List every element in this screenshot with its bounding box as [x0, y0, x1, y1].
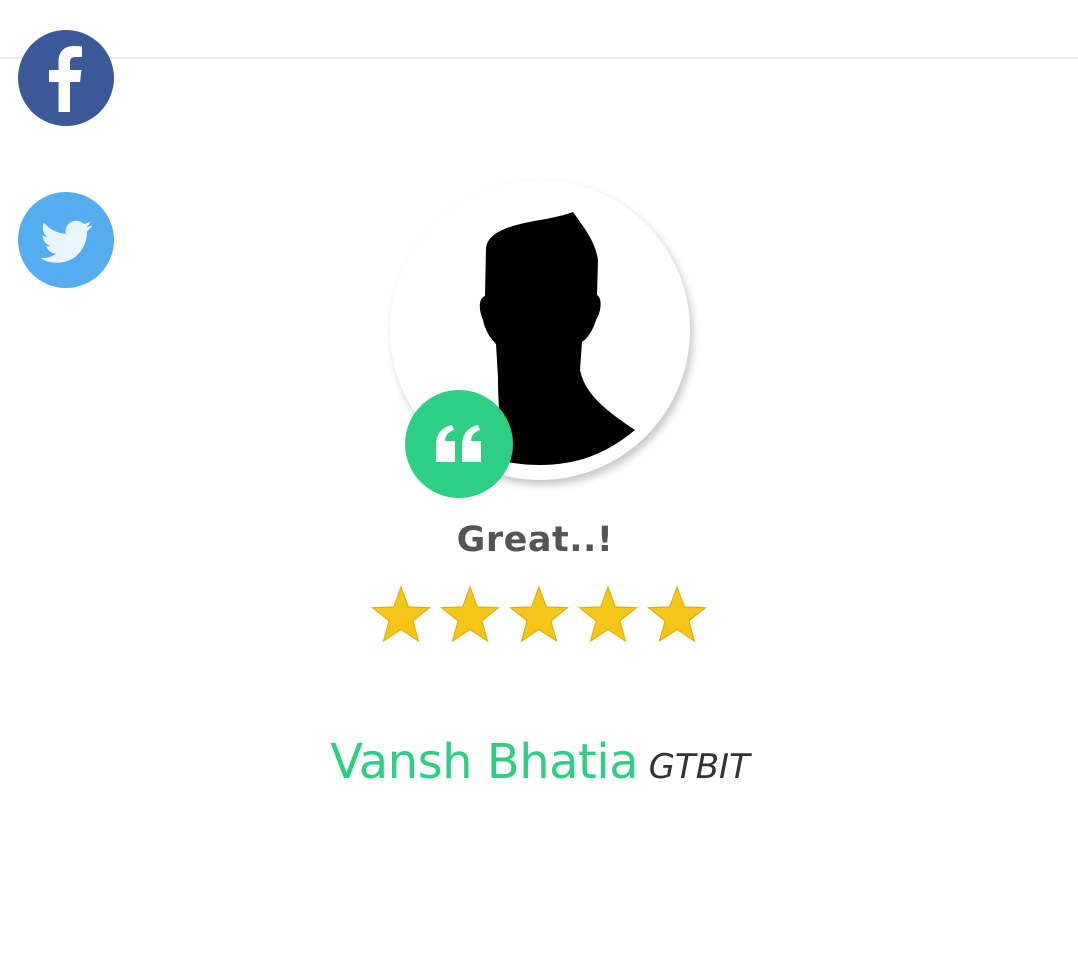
reviewer-name: Vansh Bhatia — [330, 734, 639, 790]
star-icon — [509, 585, 569, 643]
twitter-icon — [40, 220, 93, 263]
reviewer-info: Vansh Bhatia GTBIT — [0, 734, 1078, 790]
reviewer-org: GTBIT — [648, 747, 750, 787]
testimonial-page: Great..! Vansh Bhatia GTBIT — [0, 0, 1078, 957]
top-divider — [0, 57, 1078, 59]
review-title: Great..! — [456, 520, 614, 560]
star-rating — [370, 584, 708, 648]
facebook-share-button[interactable] — [18, 30, 114, 126]
twitter-share-button[interactable] — [18, 192, 114, 288]
facebook-icon — [49, 46, 82, 112]
star-icon — [578, 585, 638, 643]
quote-icon — [436, 425, 481, 462]
star-icon — [371, 585, 431, 643]
star-icon — [647, 585, 707, 643]
star-icon — [440, 585, 500, 643]
quote-badge — [405, 390, 513, 498]
